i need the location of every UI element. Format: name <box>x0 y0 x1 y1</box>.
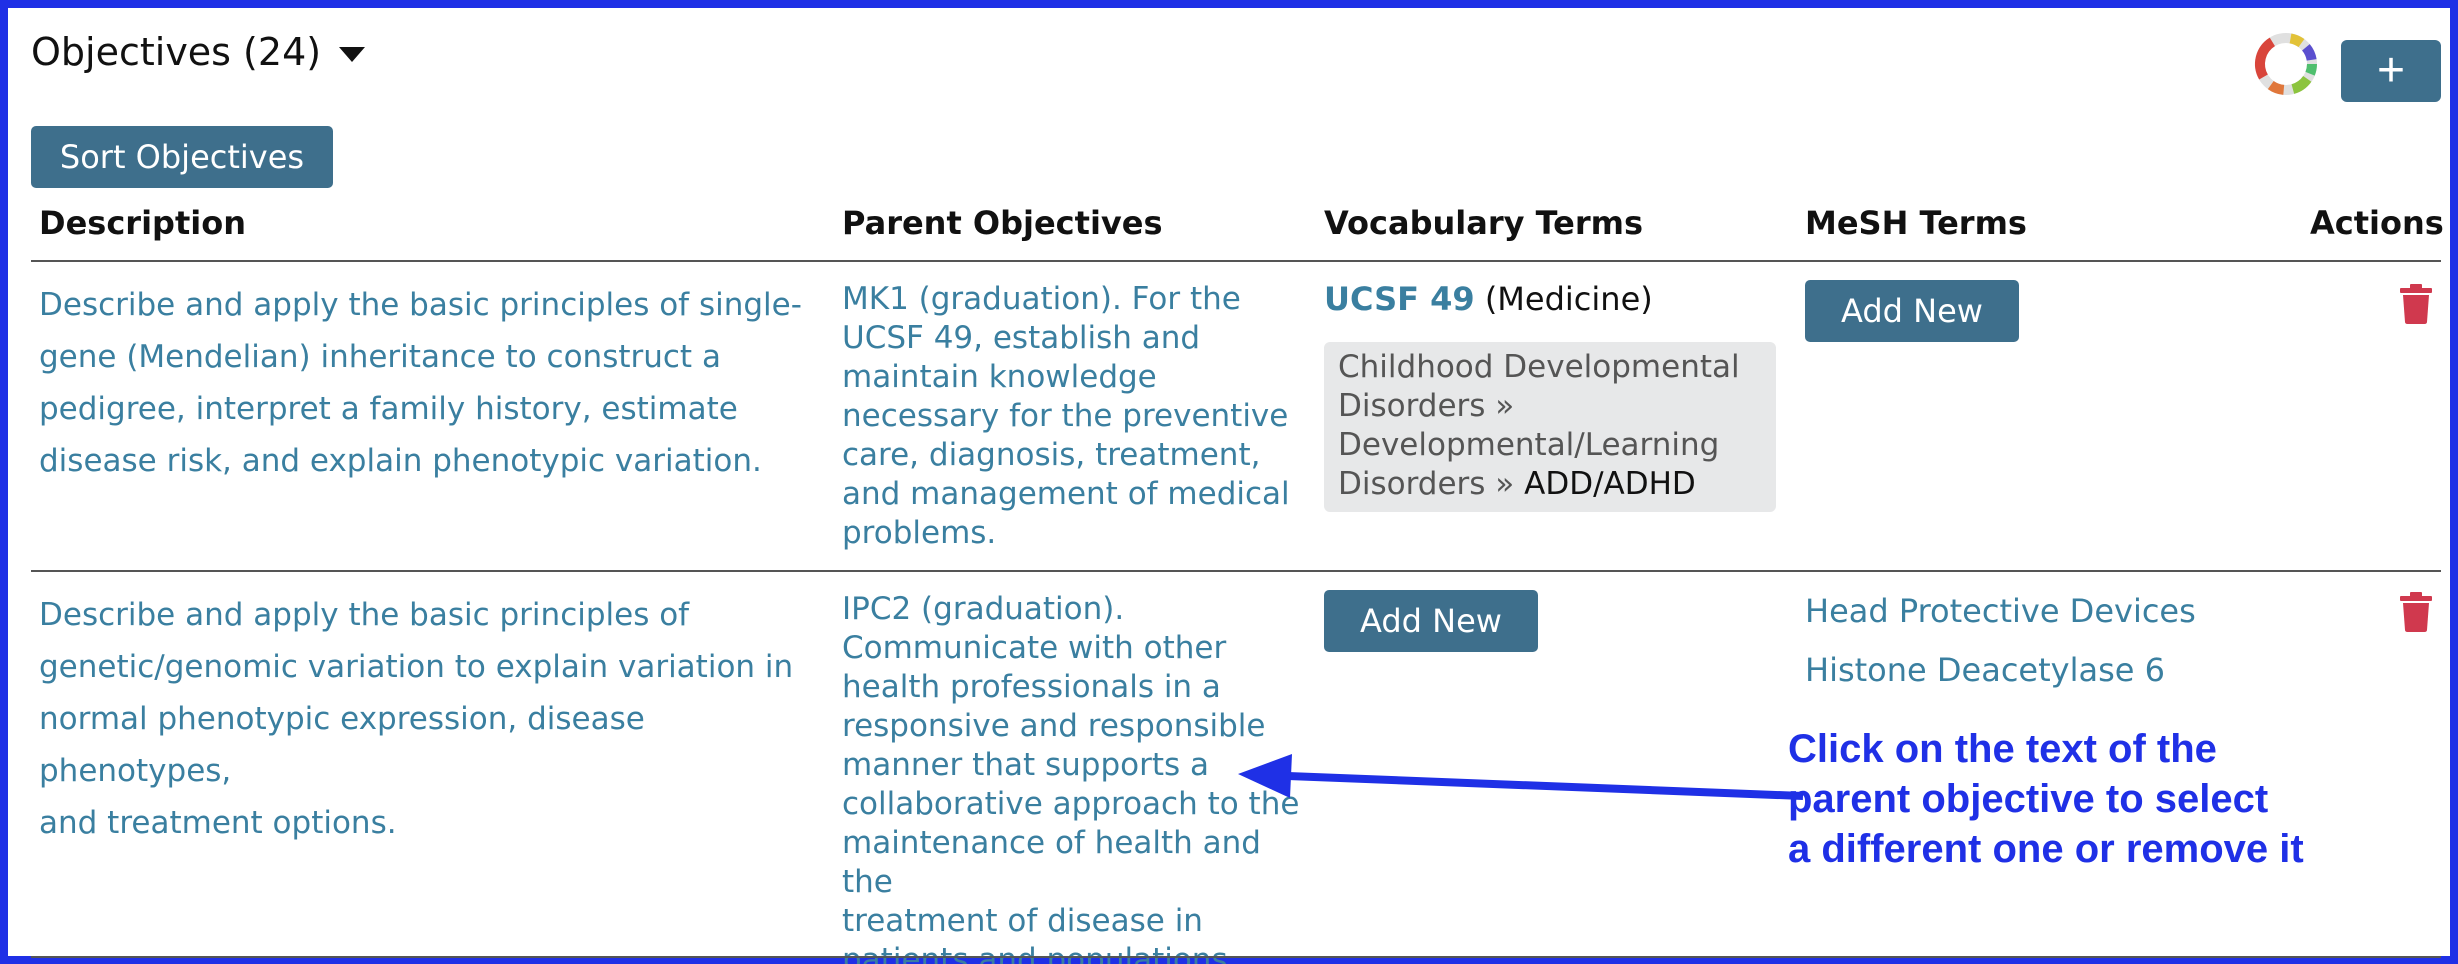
column-header-parent-objectives: Parent Objectives <box>842 204 1163 242</box>
table-row-1-parent-objective[interactable]: MK1 (graduation). For the UCSF 49, estab… <box>842 280 1312 553</box>
objectives-toggle[interactable]: Objectives (24) <box>31 30 366 74</box>
vocabulary-term: UCSF 49 (Medicine) <box>1324 280 1653 318</box>
row-divider <box>31 956 2441 958</box>
mesh-term-head-protective-devices[interactable]: Head Protective Devices <box>1805 592 2196 630</box>
add-mesh-term-button[interactable]: Add New <box>1805 280 2019 342</box>
mesh-term-histone-deacetylase-6[interactable]: Histone Deacetylase 6 <box>1805 651 2165 689</box>
table-row-2-description[interactable]: Describe and apply the basic principles … <box>39 589 839 849</box>
vocabulary-link[interactable]: UCSF 49 <box>1324 280 1475 318</box>
vocabulary-term-tag[interactable]: Childhood Developmental Disorders » Deve… <box>1324 342 1776 512</box>
trash-icon[interactable] <box>2400 592 2432 632</box>
column-header-description: Description <box>39 204 246 242</box>
column-header-mesh-terms: MeSH Terms <box>1805 204 2027 242</box>
vocabulary-category: (Medicine) <box>1484 280 1653 318</box>
screenshot-frame: Objectives (24) + Sort Objectives Descri… <box>0 0 2458 964</box>
row-divider <box>31 570 2441 572</box>
annotation-callout: Click on the text of the parent objectiv… <box>1788 727 2304 871</box>
column-header-actions: Actions <box>2310 204 2444 242</box>
page-title: Objectives (24) <box>31 30 322 74</box>
progress-ring-icon <box>2255 33 2317 95</box>
header-divider <box>31 260 2441 262</box>
sort-objectives-button[interactable]: Sort Objectives <box>31 126 333 188</box>
caret-down-icon <box>339 46 366 62</box>
table-row-1-description[interactable]: Describe and apply the basic principles … <box>39 279 839 487</box>
add-vocabulary-term-button[interactable]: Add New <box>1324 590 1538 652</box>
trash-icon[interactable] <box>2400 284 2432 324</box>
add-objective-button[interactable]: + <box>2341 40 2441 102</box>
column-header-vocabulary-terms: Vocabulary Terms <box>1324 204 1644 242</box>
annotation-arrow-icon <box>1238 754 1804 800</box>
